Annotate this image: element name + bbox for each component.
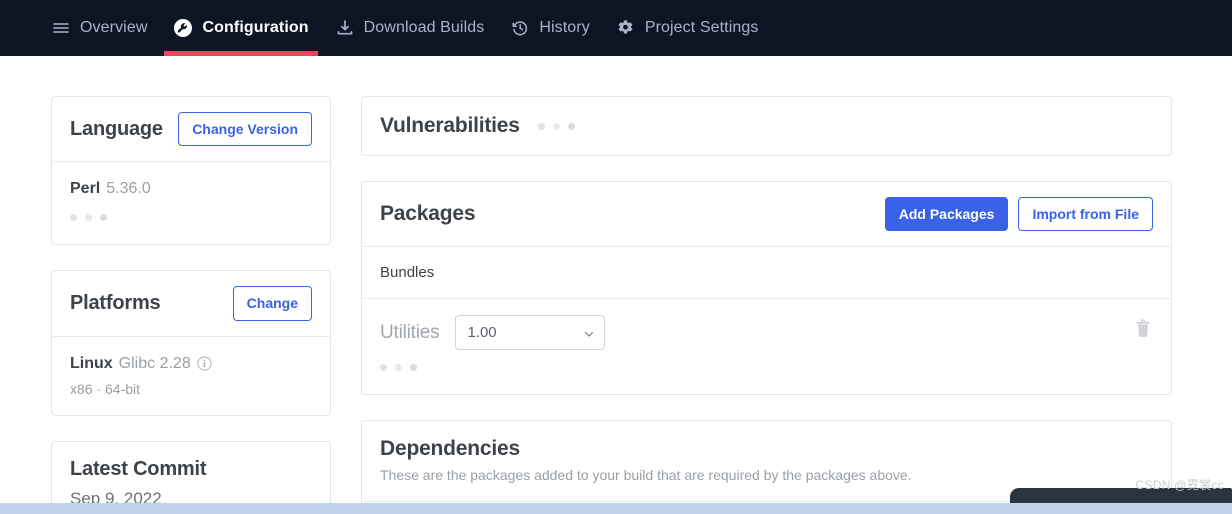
packages-title: Packages (380, 202, 476, 226)
loading-dot (567, 122, 575, 130)
add-packages-button[interactable]: Add Packages (884, 197, 1009, 232)
package-loading-dots (380, 364, 417, 372)
language-version: 5.36.0 (106, 180, 151, 198)
latest-commit-title: Latest Commit (70, 457, 207, 480)
loading-dot (395, 364, 402, 372)
main-column: Vulnerabilities Packages Add Packages Im… (361, 96, 1172, 514)
loading-dot (85, 214, 92, 222)
loading-dot (380, 364, 387, 372)
language-value-line: Perl 5.36.0 (70, 178, 312, 200)
nav-item-project-settings[interactable]: Project Settings (603, 0, 772, 56)
package-row-top: Utilities 1.00 (380, 315, 1117, 351)
package-version-select-wrapper: 1.00 (455, 315, 606, 351)
vulnerabilities-loading-dots (537, 122, 575, 130)
hamburger-icon (51, 18, 71, 38)
bundles-section-label: Bundles (362, 247, 1171, 300)
package-row: Utilities 1.00 (362, 299, 1171, 394)
package-version-select[interactable]: 1.00 (455, 315, 606, 351)
nav-label-download-builds: Download Builds (363, 19, 485, 36)
nav-label-overview: Overview (80, 19, 148, 36)
platform-arch-line: x86 · 64-bit (70, 380, 141, 397)
nav-item-download-builds[interactable]: Download Builds (322, 0, 498, 56)
sidebar-column: Language Change Version Perl 5.36.0 Plat… (51, 96, 331, 514)
platforms-card-body: Linux Glibc 2.28 x86 · 64-bit (52, 337, 330, 415)
platforms-card-title: Platforms (70, 292, 161, 315)
loading-dot (552, 122, 560, 130)
page-content: Language Change Version Perl 5.36.0 Plat… (0, 56, 1232, 514)
bottom-scroll-strip[interactable] (0, 503, 1232, 514)
clock-history-icon (510, 18, 530, 38)
loading-dot (537, 122, 545, 130)
info-icon[interactable] (197, 356, 212, 371)
platform-libc-version: Glibc 2.28 (118, 354, 191, 372)
language-card-body: Perl 5.36.0 (52, 162, 330, 244)
nav-label-project-settings: Project Settings (644, 19, 759, 36)
delete-package-button[interactable] (1133, 317, 1153, 339)
download-icon (335, 18, 355, 38)
import-from-file-button[interactable]: Import from File (1018, 197, 1153, 232)
package-row-main: Utilities 1.00 (380, 315, 1117, 376)
language-card-header: Language Change Version (52, 97, 330, 163)
change-platform-button[interactable]: Change (232, 286, 312, 321)
watermark-text: CSDN @霓裳cc (1135, 478, 1224, 492)
packages-card-header: Packages Add Packages Import from File (362, 182, 1171, 248)
package-name: Utilities (380, 321, 440, 343)
packages-card: Packages Add Packages Import from File B… (361, 181, 1172, 396)
top-navigation-bar: Overview Configuration Download Builds H… (0, 0, 1232, 56)
language-card-title: Language (70, 117, 163, 140)
loading-dot (70, 214, 77, 222)
vulnerabilities-card-header: Vulnerabilities (362, 97, 1171, 155)
gear-icon (616, 18, 636, 38)
change-version-button[interactable]: Change Version (178, 112, 312, 147)
vulnerabilities-title: Vulnerabilities (380, 114, 520, 137)
loading-dot (100, 214, 107, 222)
wrench-circle-icon (173, 18, 193, 38)
trash-icon (1135, 319, 1151, 341)
platforms-card-header: Platforms Change (52, 271, 330, 337)
dependencies-subtitle: These are the packages added to your bui… (380, 467, 912, 484)
vulnerabilities-card: Vulnerabilities (361, 96, 1172, 156)
language-card: Language Change Version Perl 5.36.0 (51, 96, 331, 246)
dependencies-title: Dependencies (380, 437, 520, 461)
language-name: Perl (70, 180, 101, 198)
nav-item-overview[interactable]: Overview (38, 0, 160, 56)
nav-item-history[interactable]: History (497, 0, 602, 56)
language-loading-dots (70, 214, 107, 222)
platforms-card: Platforms Change Linux Glibc 2.28 x86 · (51, 270, 331, 416)
nav-label-history: History (539, 19, 590, 36)
platform-os-name: Linux (70, 354, 113, 372)
packages-actions: Add Packages Import from File (884, 197, 1153, 232)
nav-item-configuration[interactable]: Configuration (160, 0, 321, 56)
nav-label-configuration: Configuration (202, 19, 309, 36)
loading-dot (410, 364, 417, 372)
platform-value-line: Linux Glibc 2.28 (70, 353, 312, 375)
